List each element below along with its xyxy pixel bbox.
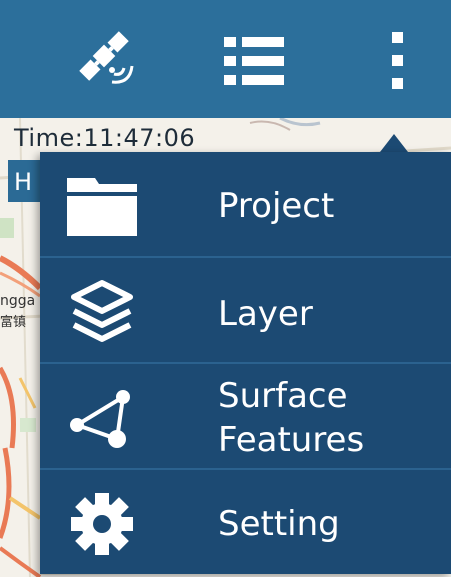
menu-caret bbox=[380, 134, 408, 152]
top-toolbar bbox=[0, 0, 451, 118]
gear-icon bbox=[71, 493, 133, 555]
app-screen: ngga 富镇 Time:11:47:06 H Project Layer Su… bbox=[0, 0, 451, 577]
folder-icon bbox=[67, 178, 137, 236]
polygon-features-icon bbox=[70, 390, 130, 448]
list-button[interactable] bbox=[218, 26, 290, 96]
menu-item-label: Project bbox=[218, 186, 335, 226]
overflow-menu-icon bbox=[392, 32, 403, 89]
menu-item-label: Surface bbox=[218, 376, 348, 416]
menu-item-surface-features[interactable]: Surface Features bbox=[40, 366, 451, 470]
list-icon bbox=[224, 37, 284, 85]
menu-item-project[interactable]: Project bbox=[40, 154, 451, 258]
menu-divider bbox=[40, 468, 451, 470]
info-line-label: H bbox=[14, 168, 33, 196]
overflow-menu-button[interactable] bbox=[362, 26, 434, 96]
gps-button[interactable] bbox=[72, 26, 144, 96]
layers-icon bbox=[71, 280, 133, 342]
menu-item-label: Layer bbox=[218, 294, 313, 334]
time-readout: Time:11:47:06 bbox=[14, 124, 196, 152]
satellite-gps-icon bbox=[79, 31, 134, 84]
menu-divider bbox=[40, 362, 451, 364]
menu-divider bbox=[40, 256, 451, 258]
menu-item-label: Features bbox=[218, 420, 365, 460]
menu-item-layer[interactable]: Layer bbox=[40, 260, 451, 364]
overflow-menu: Project Layer Surface Features Setting bbox=[40, 152, 451, 574]
map-label: 富镇 bbox=[0, 315, 27, 330]
map-label: ngga bbox=[0, 293, 36, 309]
menu-item-label: Setting bbox=[218, 504, 340, 544]
menu-item-setting[interactable]: Setting bbox=[40, 472, 451, 576]
